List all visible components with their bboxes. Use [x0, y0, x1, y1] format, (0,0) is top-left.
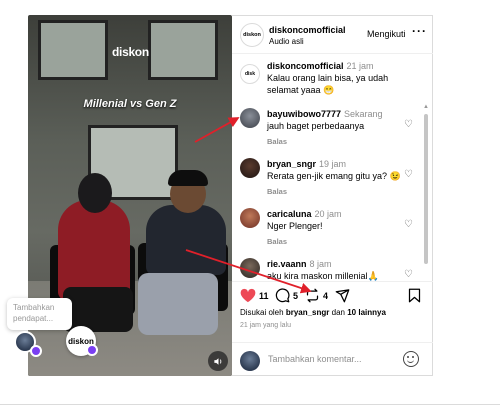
comment-username[interactable]: caricaluna	[267, 209, 312, 219]
video-caption: Millenial vs Gen Z	[83, 98, 177, 110]
add-comment-input[interactable]	[268, 354, 398, 364]
share-button[interactable]	[335, 288, 350, 303]
comment-username[interactable]: rie.vaann	[267, 259, 307, 269]
liked-by-others[interactable]: 10 lainnya	[347, 308, 386, 317]
bottom-divider	[0, 404, 500, 405]
comment-avatar[interactable]	[240, 158, 260, 178]
comment-time: 20 jam	[314, 209, 342, 219]
comment-avatar[interactable]: disk	[240, 64, 260, 84]
post-time-ago: 21 jam yang lalu	[240, 322, 291, 329]
person-woman-head	[78, 173, 112, 213]
comment-time: 19 jam	[319, 159, 347, 169]
comment-body: bayuwibowo7777 Sekarang jauh baget perbed…	[267, 108, 417, 132]
person-man-legs	[138, 273, 218, 335]
audio-label[interactable]: Audio asli	[269, 37, 304, 46]
comment-time: 21 jam	[346, 61, 374, 71]
person-man	[146, 205, 226, 275]
comment-avatar[interactable]	[240, 108, 260, 128]
reply-button[interactable]: Balas	[267, 187, 287, 196]
comment-body: caricaluna 20 jam Nger Plenger!	[267, 208, 417, 232]
account-username[interactable]: diskoncomofficial	[269, 25, 346, 35]
more-horizontal-icon[interactable]: ···	[412, 24, 427, 38]
comment-avatar[interactable]	[240, 208, 260, 228]
post-header: diskon diskoncomofficial Audio asli Meng…	[232, 16, 433, 54]
comment-body: bryan_sngr 19 jam Rerata gen-jik emang gi…	[267, 158, 417, 182]
post-actions: 11 5 4	[232, 281, 433, 311]
comment-scrollbar[interactable]	[424, 114, 428, 264]
add-badge-icon	[86, 344, 98, 356]
comment-text: jauh baget perbedaanya	[267, 121, 365, 131]
post-side-panel: diskon diskoncomofficial Audio asli Meng…	[232, 15, 433, 376]
comment-like-heart-icon[interactable]: ♡	[404, 219, 413, 230]
add-badge-icon	[30, 345, 42, 357]
comment-username[interactable]: bayuwibowo7777	[267, 109, 341, 119]
person-man-cap	[168, 170, 208, 186]
save-button[interactable]	[408, 288, 421, 303]
background-window	[38, 20, 108, 80]
reply-button[interactable]: Balas	[267, 237, 287, 246]
add-opinion-tooltip[interactable]: Tambahkan pendapat...	[7, 298, 72, 330]
comment-list[interactable]: disk diskoncomofficial 21 jam Kalau orang…	[232, 54, 433, 281]
mute-toggle-button[interactable]	[208, 351, 228, 371]
repost-icon	[306, 288, 319, 303]
send-plane-icon	[335, 289, 350, 303]
like-count: 11	[259, 290, 269, 301]
instagram-post-page: diskon Millenial vs Gen Z Tambahkan pend…	[0, 0, 500, 410]
repost-count: 4	[323, 290, 329, 301]
bookmark-icon	[408, 288, 421, 303]
comment-text: aku kira maskon millenial🙏	[267, 271, 379, 281]
current-user-avatar	[240, 351, 260, 371]
comment-like-heart-icon[interactable]: ♡	[404, 269, 413, 280]
reply-button[interactable]: Balas	[267, 137, 287, 146]
scroll-up-arrow-icon[interactable]: ▲	[423, 104, 429, 110]
comment-body: rie.vaann 8 jam aku kira maskon millenial…	[267, 258, 417, 281]
speaker-icon	[213, 357, 221, 365]
comment-text: Nger Plenger!	[267, 221, 323, 231]
comment-username[interactable]: bryan_sngr	[267, 159, 316, 169]
comment-username[interactable]: diskoncomofficial	[267, 61, 344, 71]
comment-button[interactable]: 5	[275, 288, 298, 303]
liked-by-connector: dan	[331, 308, 345, 317]
comment-text: Rerata gen-jik emang gitu ya? 😉	[267, 171, 401, 181]
comment-like-heart-icon[interactable]: ♡	[404, 169, 413, 180]
following-button[interactable]: Mengikuti	[367, 29, 406, 39]
comment-avatar[interactable]	[240, 258, 260, 278]
comment-text: Kalau orang lain bisa, ya udah selamat y…	[267, 73, 389, 95]
person-woman	[58, 200, 130, 300]
like-button[interactable]: 11	[240, 288, 269, 303]
comment-bubble-icon	[275, 288, 290, 303]
add-comment-bar	[232, 342, 433, 377]
person-woman-legs	[63, 287, 133, 332]
emoji-icon[interactable]	[403, 351, 419, 367]
liked-by-text: Disukai oleh bryan_sngr dan 10 lainnya	[240, 308, 386, 317]
comment-like-heart-icon[interactable]: ♡	[404, 119, 413, 130]
repost-button[interactable]: 4	[305, 288, 328, 303]
comment-body: diskoncomofficial 21 jam Kalau orang lain…	[267, 60, 417, 96]
comment-time: 8 jam	[309, 259, 332, 269]
background-window	[148, 20, 218, 80]
video-logo: diskon	[112, 45, 149, 59]
account-avatar[interactable]: diskon	[240, 23, 264, 47]
liked-by-prefix: Disukai oleh	[240, 308, 284, 317]
liked-by-user[interactable]: bryan_sngr	[286, 308, 330, 317]
heart-filled-icon	[240, 288, 256, 303]
comment-time: Sekarang	[344, 109, 383, 119]
comment-count: 5	[293, 290, 299, 301]
